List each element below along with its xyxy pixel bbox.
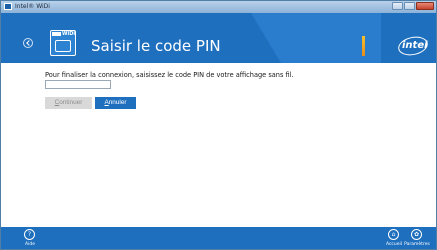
header-decoration-panel — [281, 13, 381, 63]
widi-logo-icon: WiDi — [50, 30, 76, 56]
help-label: Aide — [25, 242, 35, 247]
bottom-bar: ? Aide ⌂ Accueil ✿ Paramètres — [1, 227, 436, 249]
pin-input[interactable] — [45, 80, 111, 89]
title-bar: Intel® WiDi — [1, 1, 436, 13]
header-decoration — [251, 13, 281, 63]
continue-label: ontinuer — [59, 99, 83, 106]
home-icon: ⌂ — [391, 231, 396, 238]
intel-logo-text: intel — [402, 40, 428, 51]
widi-logo-screen — [55, 40, 71, 52]
header-bar: WiDi Saisir le code PIN intel — [1, 13, 436, 63]
widi-logo-mark — [52, 32, 61, 36]
maximize-button[interactable] — [404, 2, 415, 10]
cancel-label: nnuler — [108, 99, 127, 106]
help-button[interactable]: ? Aide — [19, 229, 41, 249]
back-arrow-icon[interactable] — [23, 38, 33, 48]
widi-logo-text: WiDi — [62, 31, 76, 37]
cancel-button[interactable]: Annuler — [95, 97, 136, 109]
gear-icon: ✿ — [413, 231, 420, 238]
app-icon — [4, 3, 12, 10]
intel-logo-icon: intel — [396, 34, 430, 58]
app-window: Intel® WiDi WiDi Saisir le code PIN inte… — [0, 0, 437, 250]
settings-button[interactable]: ✿ Paramètres — [404, 229, 430, 249]
instruction-text: Pour finaliser la connexion, saisissez l… — [45, 71, 294, 79]
minimize-button[interactable] — [392, 2, 403, 10]
continue-button[interactable]: Continuer — [45, 97, 92, 109]
window-controls — [392, 2, 434, 10]
question-mark-icon: ? — [27, 231, 32, 238]
accent-strip — [362, 36, 365, 56]
close-button[interactable] — [416, 2, 434, 10]
window-title: Intel® WiDi — [15, 3, 50, 10]
page-title: Saisir le code PIN — [91, 37, 221, 55]
settings-label: Paramètres — [404, 242, 430, 247]
